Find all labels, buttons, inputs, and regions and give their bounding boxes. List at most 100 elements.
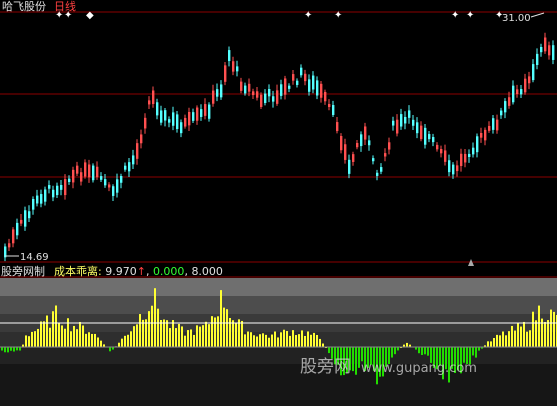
candle-body	[396, 119, 399, 134]
histogram-bar	[133, 326, 135, 347]
candle-body	[488, 125, 491, 131]
histogram-bar	[118, 342, 120, 347]
histogram-bar	[250, 332, 252, 347]
candle-body	[64, 179, 67, 196]
candle-body	[48, 185, 51, 189]
histogram-bar	[109, 347, 111, 352]
histogram-bar	[253, 335, 255, 347]
candle-body	[440, 148, 443, 154]
histogram-bar	[214, 317, 216, 347]
stock-chart[interactable]: ✦ ✦ ◆ ✦ ✦ ✦ ✦ ✦ 31.00 14.69	[0, 0, 557, 406]
candle-body	[424, 127, 427, 145]
candle-body	[72, 169, 75, 183]
candle-body	[472, 147, 475, 155]
histogram-bar	[187, 330, 189, 347]
histogram-bar	[289, 335, 291, 347]
candle-body	[520, 89, 523, 95]
histogram-bar	[28, 336, 30, 347]
candle-body	[116, 179, 119, 193]
histogram-bar	[505, 335, 507, 347]
candle-body	[136, 143, 139, 159]
candle-body	[120, 176, 123, 183]
candle-body	[140, 134, 143, 144]
candle-body	[196, 107, 199, 121]
histogram-bar	[271, 334, 273, 347]
candle-body	[232, 61, 235, 72]
histogram-bar	[136, 324, 138, 347]
diamond-marker: ◆	[86, 10, 94, 21]
histogram-bar	[82, 325, 84, 347]
histogram-bar	[301, 330, 303, 347]
histogram-bar	[37, 328, 39, 347]
candle-body	[412, 119, 415, 126]
histogram-bar	[277, 337, 279, 347]
candle-body	[292, 74, 295, 81]
histogram-bar	[517, 323, 519, 347]
histogram-bar	[1, 347, 3, 351]
histogram-bar	[496, 334, 498, 347]
candle-body	[376, 172, 379, 176]
candle-body	[272, 96, 275, 102]
histogram-bar	[190, 329, 192, 347]
candle-body	[528, 76, 531, 84]
candle-body	[8, 243, 11, 248]
histogram-bar	[406, 342, 408, 347]
histogram-bar	[76, 329, 78, 347]
candle-body	[496, 119, 499, 131]
histogram-bar	[157, 308, 159, 347]
watermark-site: www.gupang.com	[361, 361, 477, 376]
candle-body	[388, 142, 391, 150]
candle-body	[504, 101, 507, 113]
histogram-bar	[319, 338, 321, 347]
candle-body	[464, 153, 467, 163]
candle-body	[160, 110, 163, 123]
indicator-values: 成本乖离: 9.970↑, 0.000, 8.000	[54, 265, 223, 278]
candle-body	[76, 165, 79, 174]
candle-body	[384, 153, 387, 157]
candle-body	[300, 67, 303, 76]
candle-body	[444, 150, 447, 162]
histogram-bar	[280, 332, 282, 347]
candle-body	[296, 80, 299, 85]
histogram-bar	[307, 331, 309, 347]
candle-body	[204, 104, 207, 116]
candle-body	[524, 78, 527, 93]
histogram-bar	[292, 330, 294, 347]
candle-body	[104, 179, 107, 186]
candle-body	[216, 89, 219, 97]
indicator-band	[0, 278, 557, 296]
histogram-bar	[283, 329, 285, 347]
histogram-bar	[43, 321, 45, 347]
histogram-bar	[97, 337, 99, 347]
candle-body	[88, 164, 91, 178]
candle-body	[68, 178, 71, 183]
candle-body	[96, 166, 99, 178]
candle-body	[100, 176, 103, 180]
indicator-title: 成本乖离:	[54, 265, 102, 278]
up-arrow-icon: ↑	[136, 265, 146, 278]
candle-body	[284, 78, 287, 95]
histogram-bar	[232, 320, 234, 347]
histogram-bar	[322, 343, 324, 347]
candle-body	[404, 116, 407, 124]
histogram-bar	[397, 347, 399, 351]
candle-body	[336, 122, 339, 132]
histogram-bar	[211, 316, 213, 347]
candle-body	[380, 167, 383, 172]
histogram-bar	[235, 322, 237, 347]
candle-body	[544, 37, 547, 52]
candle-body	[420, 125, 423, 140]
candle-body	[108, 184, 111, 188]
candle-body	[264, 93, 267, 103]
histogram-bar	[202, 325, 204, 347]
histogram-bar	[526, 331, 528, 347]
candle-body	[12, 229, 15, 244]
histogram-bar	[523, 321, 525, 347]
histogram-bar	[295, 335, 297, 347]
histogram-bar	[121, 338, 123, 347]
histogram-bar	[160, 319, 162, 347]
candle-body	[252, 91, 255, 96]
histogram-bar	[25, 335, 27, 347]
candle-body	[492, 118, 495, 130]
candle-body	[164, 110, 167, 121]
